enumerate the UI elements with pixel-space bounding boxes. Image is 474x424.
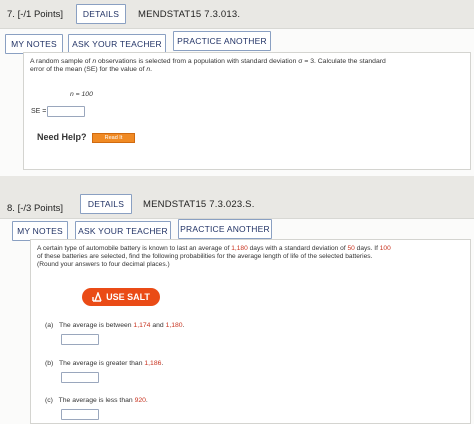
q8-my-notes-button[interactable]: MY NOTES (12, 221, 68, 241)
q8-part-c: (c) The average is less than 920. (45, 397, 148, 404)
q8-part-a: (a) The average is between 1,174 and 1,1… (45, 322, 185, 329)
q7-text-line2: error of the mean (SE) for the value of … (30, 66, 153, 73)
q7-number-points: 7. [-/1 Points] (7, 9, 63, 20)
q7-details-label: DETAILS (82, 9, 120, 19)
q7-practice-label: PRACTICE ANOTHER (177, 36, 267, 46)
q8-details-button[interactable]: DETAILS (80, 194, 132, 214)
q8-part-c-answer-input[interactable] (61, 409, 99, 420)
q8-number: 8. (7, 203, 15, 214)
q7-ask-teacher-button[interactable]: ASK YOUR TEACHER (68, 34, 166, 54)
q7-practice-another-button[interactable]: PRACTICE ANOTHER (173, 31, 271, 51)
q8-text-line3: (Round your answers to four decimal plac… (37, 261, 170, 268)
q7-number: 7. (7, 9, 15, 20)
q8-ask-teacher-button[interactable]: ASK YOUR TEACHER (75, 221, 171, 241)
q7-details-button[interactable]: DETAILS (76, 4, 126, 24)
q7-read-it-button[interactable]: Read It (92, 133, 135, 143)
q8-use-salt-button[interactable]: USE SALT (82, 288, 160, 306)
q7-n-value: n = 100 (70, 91, 93, 98)
q8-my-notes-label: MY NOTES (17, 226, 63, 236)
q7-se-answer-input[interactable] (47, 106, 85, 117)
q7-points: [-/1 Points] (17, 9, 63, 20)
q7-ask-teacher-label: ASK YOUR TEACHER (72, 39, 162, 49)
q7-se-label: SE = (31, 108, 47, 115)
q8-points: [-/3 Points] (17, 203, 63, 214)
q8-part-b-answer-input[interactable] (61, 372, 99, 383)
q8-ask-teacher-label: ASK YOUR TEACHER (78, 226, 168, 236)
q8-practice-label: PRACTICE ANOTHER (180, 224, 270, 234)
q7-my-notes-button[interactable]: MY NOTES (5, 34, 63, 54)
q7-need-help: Need Help? (37, 132, 87, 142)
q8-code: MENDSTAT15 7.3.023.S. (143, 199, 255, 210)
q7-my-notes-label: MY NOTES (11, 39, 57, 49)
q8-part-b: (b) The average is greater than 1,186. (45, 360, 164, 367)
q8-number-points: 8. [-/3 Points] (7, 203, 63, 214)
q7-code: MENDSTAT15 7.3.013. (138, 9, 241, 20)
q8-practice-another-button[interactable]: PRACTICE ANOTHER (178, 219, 272, 239)
salt-logo-icon (92, 291, 102, 302)
q8-details-label: DETAILS (87, 199, 125, 209)
q8-use-salt-label: USE SALT (106, 292, 150, 302)
q8-part-a-answer-input[interactable] (61, 334, 99, 345)
